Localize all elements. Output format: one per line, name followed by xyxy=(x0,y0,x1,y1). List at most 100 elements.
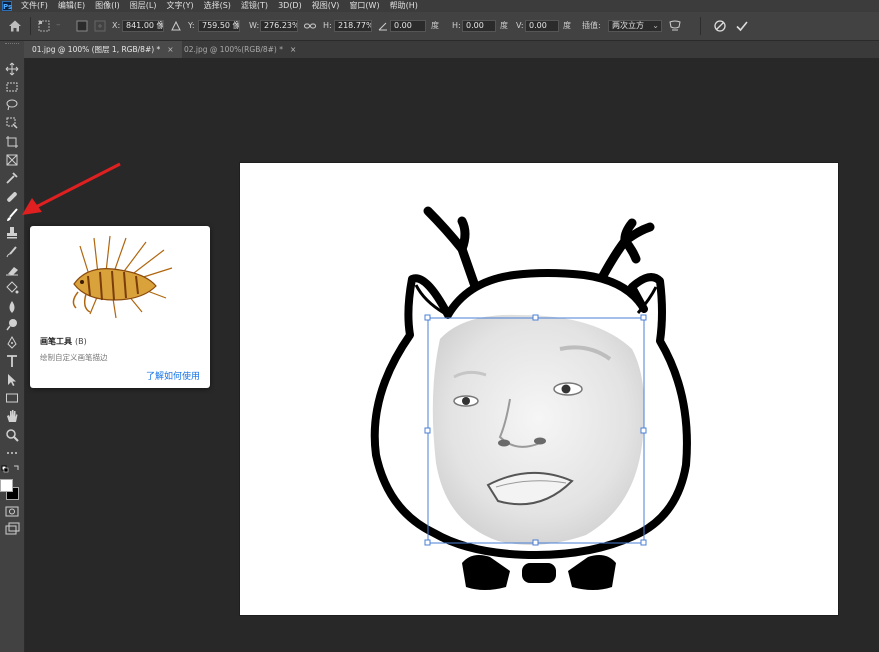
interpolation-value: 两次立方 xyxy=(612,21,644,30)
path-selection-tool-icon[interactable] xyxy=(4,372,20,388)
annotation-arrow xyxy=(22,162,121,215)
warp-mode-icon[interactable] xyxy=(668,19,682,33)
options-separator xyxy=(700,17,701,35)
object-selection-tool-icon[interactable] xyxy=(4,115,20,131)
tools-panel xyxy=(0,41,25,652)
y-input[interactable]: 759.50 像素 xyxy=(198,20,240,32)
tooltip-title: 画笔工具 (B) xyxy=(40,336,87,347)
hskew-unit: 度 xyxy=(500,21,508,30)
crop-tool-icon[interactable] xyxy=(4,134,20,150)
menu-type[interactable]: 文字(Y) xyxy=(161,0,198,12)
h-label: H: xyxy=(323,21,332,30)
pen-tool-icon[interactable] xyxy=(4,335,20,351)
lasso-tool-icon[interactable] xyxy=(4,97,20,113)
transform-handle xyxy=(424,539,431,546)
relative-position-icon[interactable] xyxy=(94,20,106,32)
lionfish-illustration xyxy=(72,235,173,319)
rotate-angle-icon xyxy=(378,22,387,31)
brush-tool-icon[interactable] xyxy=(4,207,20,223)
face-photo-layer[interactable] xyxy=(432,314,645,545)
menu-view[interactable]: 视图(V) xyxy=(307,0,345,12)
learn-how-link[interactable]: 了解如何使用 xyxy=(146,369,200,382)
tab-01-jpg[interactable]: 01.jpg @ 100% (图层 1, RGB/8#) * × xyxy=(24,41,182,58)
menu-3d[interactable]: 3D(D) xyxy=(273,0,307,12)
frame-tool-icon[interactable] xyxy=(4,152,20,168)
bow-drawing xyxy=(462,555,616,590)
canvas-artwork xyxy=(370,206,691,590)
rectangle-tool-icon[interactable] xyxy=(4,390,20,406)
tooltip-description: 绘制自定义画笔描边 xyxy=(40,353,108,362)
zoom-tool-icon[interactable] xyxy=(4,427,20,443)
clone-stamp-tool-icon[interactable] xyxy=(4,225,20,241)
options-separator xyxy=(30,17,31,35)
tool-tooltip: 画笔工具 (B) 绘制自定义画笔描边 了解如何使用 xyxy=(30,226,210,388)
transform-handle xyxy=(424,314,431,321)
w-label: W: xyxy=(249,21,260,30)
x-label: X: xyxy=(112,21,121,30)
menu-image[interactable]: 图像(I) xyxy=(90,0,125,12)
toolbar-grip[interactable] xyxy=(5,43,19,47)
height-input[interactable]: 218.77% xyxy=(334,20,372,32)
type-tool-icon[interactable] xyxy=(4,353,20,369)
vskew-input[interactable]: 0.00 xyxy=(525,20,559,32)
angle-input[interactable]: 0.00 xyxy=(390,20,426,32)
transform-handle xyxy=(424,427,431,434)
angle-unit: 度 xyxy=(431,21,439,30)
menu-file[interactable]: 文件(F) xyxy=(16,0,53,12)
transform-handle xyxy=(640,539,647,546)
cancel-transform-icon[interactable] xyxy=(714,20,726,32)
hskew-input[interactable]: 0.00 xyxy=(462,20,496,32)
transform-handle xyxy=(532,314,539,321)
document-canvas[interactable] xyxy=(240,163,838,615)
transform-handle xyxy=(532,539,539,546)
commit-transform-icon[interactable] xyxy=(736,20,748,32)
quick-mask-icon[interactable] xyxy=(4,503,20,519)
eyedropper-tool-icon[interactable] xyxy=(4,170,20,186)
menu-select[interactable]: 选择(S) xyxy=(199,0,236,12)
vskew-label: V: xyxy=(516,21,524,30)
screen-mode-icon[interactable] xyxy=(4,521,20,537)
vskew-unit: 度 xyxy=(563,21,571,30)
tab-02-jpg[interactable]: 02.jpg @ 100%(RGB/8#) * × xyxy=(176,41,304,58)
tooltip-tool-name: 画笔工具 xyxy=(40,337,72,346)
eraser-tool-icon[interactable] xyxy=(4,262,20,278)
close-icon[interactable]: × xyxy=(290,45,296,54)
reference-checkbox[interactable] xyxy=(76,20,88,32)
reference-separator: – xyxy=(56,20,61,30)
menu-window[interactable]: 窗口(W) xyxy=(344,0,384,12)
foreground-color-swatch[interactable] xyxy=(0,479,13,492)
width-input[interactable]: 276.23% xyxy=(260,20,298,32)
x-input[interactable]: 841.00 像素 xyxy=(122,20,164,32)
menu-edit[interactable]: 编辑(E) xyxy=(53,0,90,12)
history-brush-tool-icon[interactable] xyxy=(4,244,20,260)
photoshop-logo: Ps xyxy=(2,1,13,11)
more-tools-icon[interactable] xyxy=(4,445,20,461)
transform-handle xyxy=(640,427,647,434)
transform-handle xyxy=(640,314,647,321)
reference-point-icon[interactable] xyxy=(38,20,50,32)
link-icon[interactable] xyxy=(304,21,316,31)
options-bar: – X: 841.00 像素 Y: 759.50 像素 W: 276.23% H… xyxy=(0,12,879,41)
hand-tool-icon[interactable] xyxy=(4,408,20,424)
hskew-label: H: xyxy=(452,21,461,30)
interpolation-label: 插值: xyxy=(582,21,601,30)
tooltip-shortcut: (B) xyxy=(75,337,87,346)
menu-bar: Ps 文件(F) 编辑(E) 图像(I) 图层(L) 文字(Y) 选择(S) 滤… xyxy=(0,0,879,12)
menu-filter[interactable]: 滤镜(T) xyxy=(236,0,273,12)
swap-colors-icon[interactable] xyxy=(1,464,21,474)
home-icon[interactable] xyxy=(8,19,22,33)
paint-bucket-tool-icon[interactable] xyxy=(4,280,20,296)
healing-brush-tool-icon[interactable] xyxy=(4,189,20,205)
move-tool-icon[interactable] xyxy=(4,61,20,77)
interpolation-select[interactable]: 两次立方 ⌄ xyxy=(608,20,662,32)
menu-help[interactable]: 帮助(H) xyxy=(385,0,423,12)
blur-tool-icon[interactable] xyxy=(4,299,20,315)
close-icon[interactable]: × xyxy=(167,45,173,54)
y-label: Y: xyxy=(188,21,195,30)
menu-layer[interactable]: 图层(L) xyxy=(125,0,162,12)
marquee-tool-icon[interactable] xyxy=(4,79,20,95)
document-tabs: 01.jpg @ 100% (图层 1, RGB/8#) * × 02.jpg @… xyxy=(24,41,879,58)
dodge-tool-icon[interactable] xyxy=(4,317,20,333)
tab-label: 02.jpg @ 100%(RGB/8#) * xyxy=(184,45,283,54)
chevron-down-icon: ⌄ xyxy=(652,21,659,30)
